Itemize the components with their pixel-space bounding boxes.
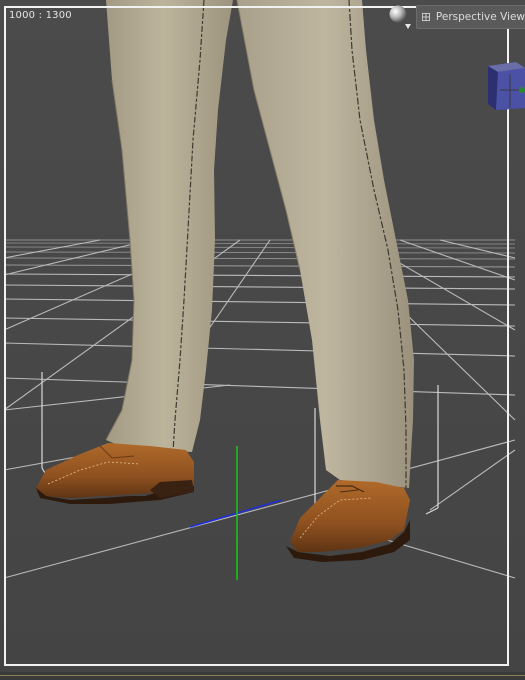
render-options-button[interactable] [388,4,412,30]
render-dimensions-label: 1000 : 1300 [9,10,72,21]
camera-label: Perspective View [435,11,525,23]
scene-canvas[interactable] [0,0,525,680]
grid-view-icon [422,12,430,22]
bottom-status-strip [0,672,525,680]
render-sphere-icon [389,5,411,29]
camera-select-button[interactable]: Perspective View [416,5,525,29]
view-cube[interactable] [486,60,525,112]
view-cube-icon [488,62,525,110]
3d-viewport[interactable]: 1000 : 1300 Perspective View [0,0,525,680]
